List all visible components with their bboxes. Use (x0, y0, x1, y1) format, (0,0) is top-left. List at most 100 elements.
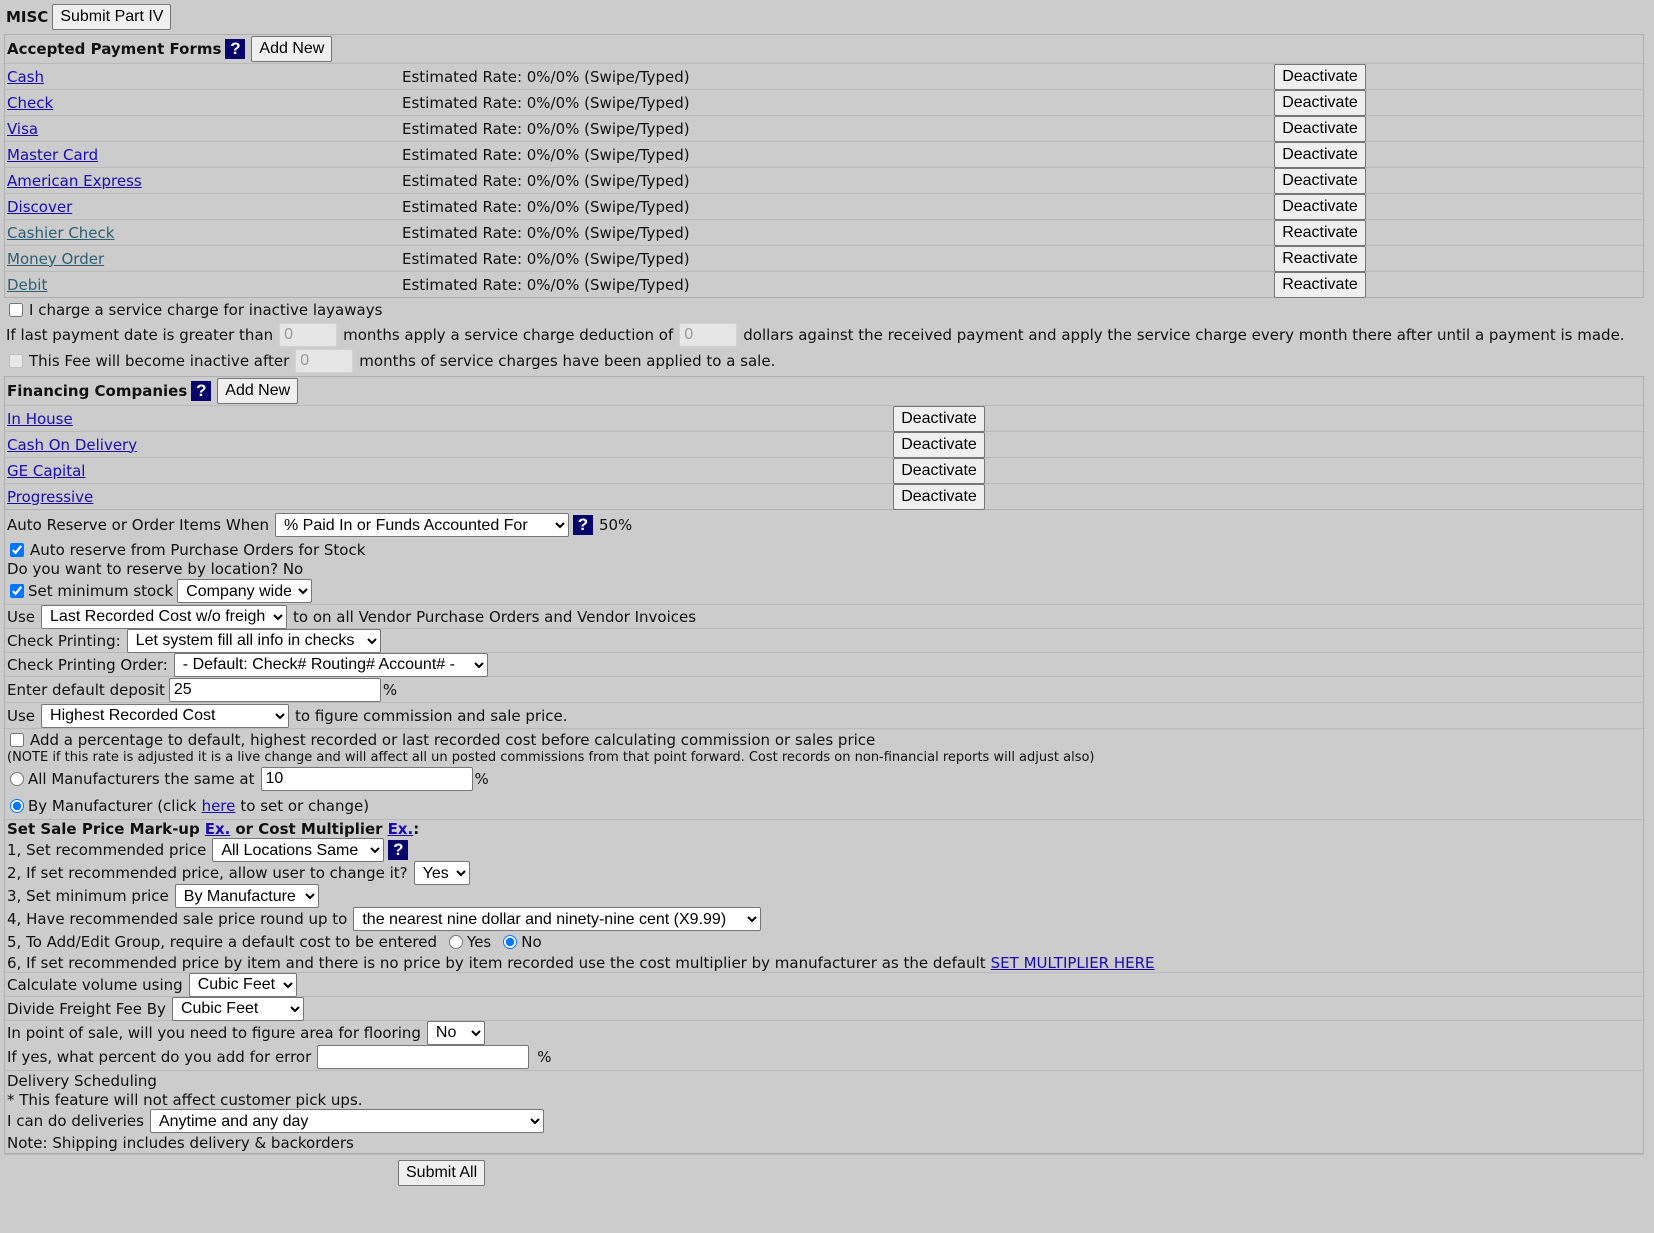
payment-form-name-cell: Money Order (5, 250, 400, 268)
financing-deactivate-button[interactable]: Deactivate (893, 405, 985, 432)
payment-form-link[interactable]: Debit (7, 276, 47, 294)
payment-form-link[interactable]: Cashier Check (7, 224, 114, 242)
deposit-input[interactable] (168, 677, 381, 702)
payment-form-rate: Estimated Rate: 0%/0% (Swipe/Typed) (402, 119, 690, 138)
payment-form-link[interactable]: American Express (7, 172, 142, 190)
payment-form-link[interactable]: Master Card (7, 146, 98, 164)
submit-part-iv-button[interactable]: Submit Part IV (52, 4, 172, 30)
add-percentage-note: (NOTE if this rate is adjusted it is a l… (7, 749, 1095, 765)
freight-fee-label: Divide Freight Fee By (7, 999, 166, 1018)
all-manufacturers-radio[interactable] (10, 772, 24, 786)
help-icon[interactable]: ? (388, 840, 409, 860)
payment-form-name-cell: Cash (5, 68, 400, 86)
require-cost-yes-radio[interactable] (449, 935, 464, 949)
delivery-title: Delivery Scheduling (7, 1072, 157, 1090)
min-stock-label: Set minimum stock (28, 582, 174, 600)
payment-form-reactivate-button[interactable]: Reactivate (1274, 245, 1366, 272)
help-icon[interactable]: ? (225, 39, 246, 59)
all-manufacturers-input[interactable] (260, 767, 473, 791)
commission-cost-select[interactable]: Highest Recorded Cost (41, 703, 290, 728)
require-cost-no-radio[interactable] (503, 935, 518, 949)
dollars-input[interactable] (679, 323, 738, 347)
payment-form-name-cell: Check (5, 94, 400, 112)
minimum-price-select[interactable]: By Manufacture (174, 884, 319, 908)
auto-reserve-po-checkbox[interactable] (10, 543, 24, 557)
recommended-price-select[interactable]: All Locations Same (212, 838, 385, 862)
payment-form-link[interactable]: Money Order (7, 250, 104, 268)
payment-form-row: Money Order Estimated Rate: 0%/0% (Swipe/… (5, 245, 1643, 272)
add-percentage-checkbox[interactable] (10, 733, 24, 747)
check-printing-select[interactable]: Let system fill all info in checks (126, 628, 381, 653)
require-cost-no-label: No (521, 933, 542, 951)
payment-form-deactivate-button[interactable]: Deactivate (1274, 193, 1366, 220)
check-order-select[interactable]: - Default: Check# Routing# Account# - (173, 652, 488, 677)
flooring-select[interactable]: No (426, 1020, 485, 1045)
round-up-select[interactable]: the nearest nine dollar and ninety-nine … (353, 907, 762, 931)
months-prefix-label: If last payment date is greater than (6, 326, 274, 344)
payment-form-link[interactable]: Discover (7, 198, 72, 216)
min-stock-checkbox[interactable] (10, 584, 24, 598)
by-manufacturer-radio[interactable] (10, 799, 24, 813)
payment-form-row: Discover Estimated Rate: 0%/0% (Swipe/Typ… (5, 193, 1643, 220)
min-stock-select[interactable]: Company wide (177, 579, 313, 603)
by-manufacturer-label: By Manufacturer (click (28, 797, 197, 815)
fee-inactive-checkbox[interactable] (9, 354, 23, 368)
financing-list: In House Deactivate Cash On Delivery Deacti… (5, 405, 1643, 510)
payment-form-deactivate-button[interactable]: Deactivate (1274, 167, 1366, 194)
payment-form-deactivate-button[interactable]: Deactivate (1274, 63, 1366, 90)
help-icon[interactable]: ? (191, 381, 212, 401)
layaway-settings: I charge a service charge for inactive l… (4, 298, 1644, 374)
deliveries-select[interactable]: Anytime and any day (149, 1109, 544, 1133)
set-multiplier-link[interactable]: SET MULTIPLIER HERE (991, 954, 1155, 972)
payment-form-name-cell: Master Card (5, 146, 400, 164)
commission-suffix: to figure commission and sale price. (295, 706, 568, 725)
error-percent-unit: % (537, 1048, 552, 1066)
payment-form-name-cell: Visa (5, 120, 400, 138)
auto-reserve-select[interactable]: % Paid In or Funds Accounted For (274, 513, 569, 537)
financing-row: Progressive Deactivate (5, 483, 1643, 510)
error-percent-input[interactable] (317, 1045, 530, 1069)
add-payment-form-button[interactable]: Add New (251, 36, 333, 62)
multiplier-example-link[interactable]: Ex. (388, 820, 414, 838)
check-printing-label: Check Printing: (7, 631, 121, 650)
all-manufacturers-label: All Manufacturers the same at (28, 770, 255, 788)
payment-form-reactivate-button[interactable]: Reactivate (1274, 271, 1366, 298)
submit-all-button[interactable]: Submit All (398, 1159, 486, 1186)
payment-form-rate: Estimated Rate: 0%/0% (Swipe/Typed) (402, 249, 690, 268)
months-suffix-label: dollars against the received payment and… (743, 326, 1625, 344)
financing-section: Financing Companies ? Add New In House De… (4, 376, 1644, 510)
payment-form-deactivate-button[interactable]: Deactivate (1274, 115, 1366, 142)
add-financing-button[interactable]: Add New (217, 378, 299, 404)
delivery-note: * This feature will not affect customer … (7, 1091, 363, 1109)
payment-form-row: American Express Estimated Rate: 0%/0% (S… (5, 167, 1643, 194)
financing-deactivate-button[interactable]: Deactivate (893, 457, 985, 484)
service-charge-checkbox[interactable] (9, 303, 23, 317)
payment-form-rate: Estimated Rate: 0%/0% (Swipe/Typed) (402, 197, 690, 216)
help-icon[interactable]: ? (572, 515, 593, 535)
by-manufacturer-link[interactable]: here (202, 797, 236, 815)
payment-form-link[interactable]: Visa (7, 120, 38, 138)
payment-form-link[interactable]: Check (7, 94, 53, 112)
multiplier-title: or Cost Multiplier (235, 820, 383, 838)
financing-link[interactable]: In House (7, 410, 73, 428)
payment-form-deactivate-button[interactable]: Deactivate (1274, 89, 1366, 116)
financing-name-cell: Progressive (5, 488, 893, 506)
financing-link[interactable]: Progressive (7, 488, 93, 506)
financing-deactivate-button[interactable]: Deactivate (893, 431, 985, 458)
deposit-unit: % (382, 680, 398, 699)
financing-link[interactable]: GE Capital (7, 462, 85, 480)
markup-example-link[interactable]: Ex. (205, 820, 231, 838)
calc-volume-select[interactable]: Cubic Feet (188, 972, 297, 997)
footer: Submit All (4, 1154, 1644, 1190)
payment-form-link[interactable]: Cash (7, 68, 44, 86)
freight-fee-select[interactable]: Cubic Feet (171, 996, 304, 1021)
misc-header: MISC Submit Part IV (4, 4, 1644, 30)
use-cost-select[interactable]: Last Recorded Cost w/o freight (41, 604, 288, 629)
months-input[interactable] (279, 323, 338, 347)
financing-link[interactable]: Cash On Delivery (7, 436, 137, 454)
financing-deactivate-button[interactable]: Deactivate (893, 483, 985, 510)
allow-change-select[interactable]: Yes (413, 861, 470, 885)
fee-inactive-input[interactable] (295, 349, 354, 373)
payment-form-reactivate-button[interactable]: Reactivate (1274, 219, 1366, 246)
payment-form-deactivate-button[interactable]: Deactivate (1274, 141, 1366, 168)
